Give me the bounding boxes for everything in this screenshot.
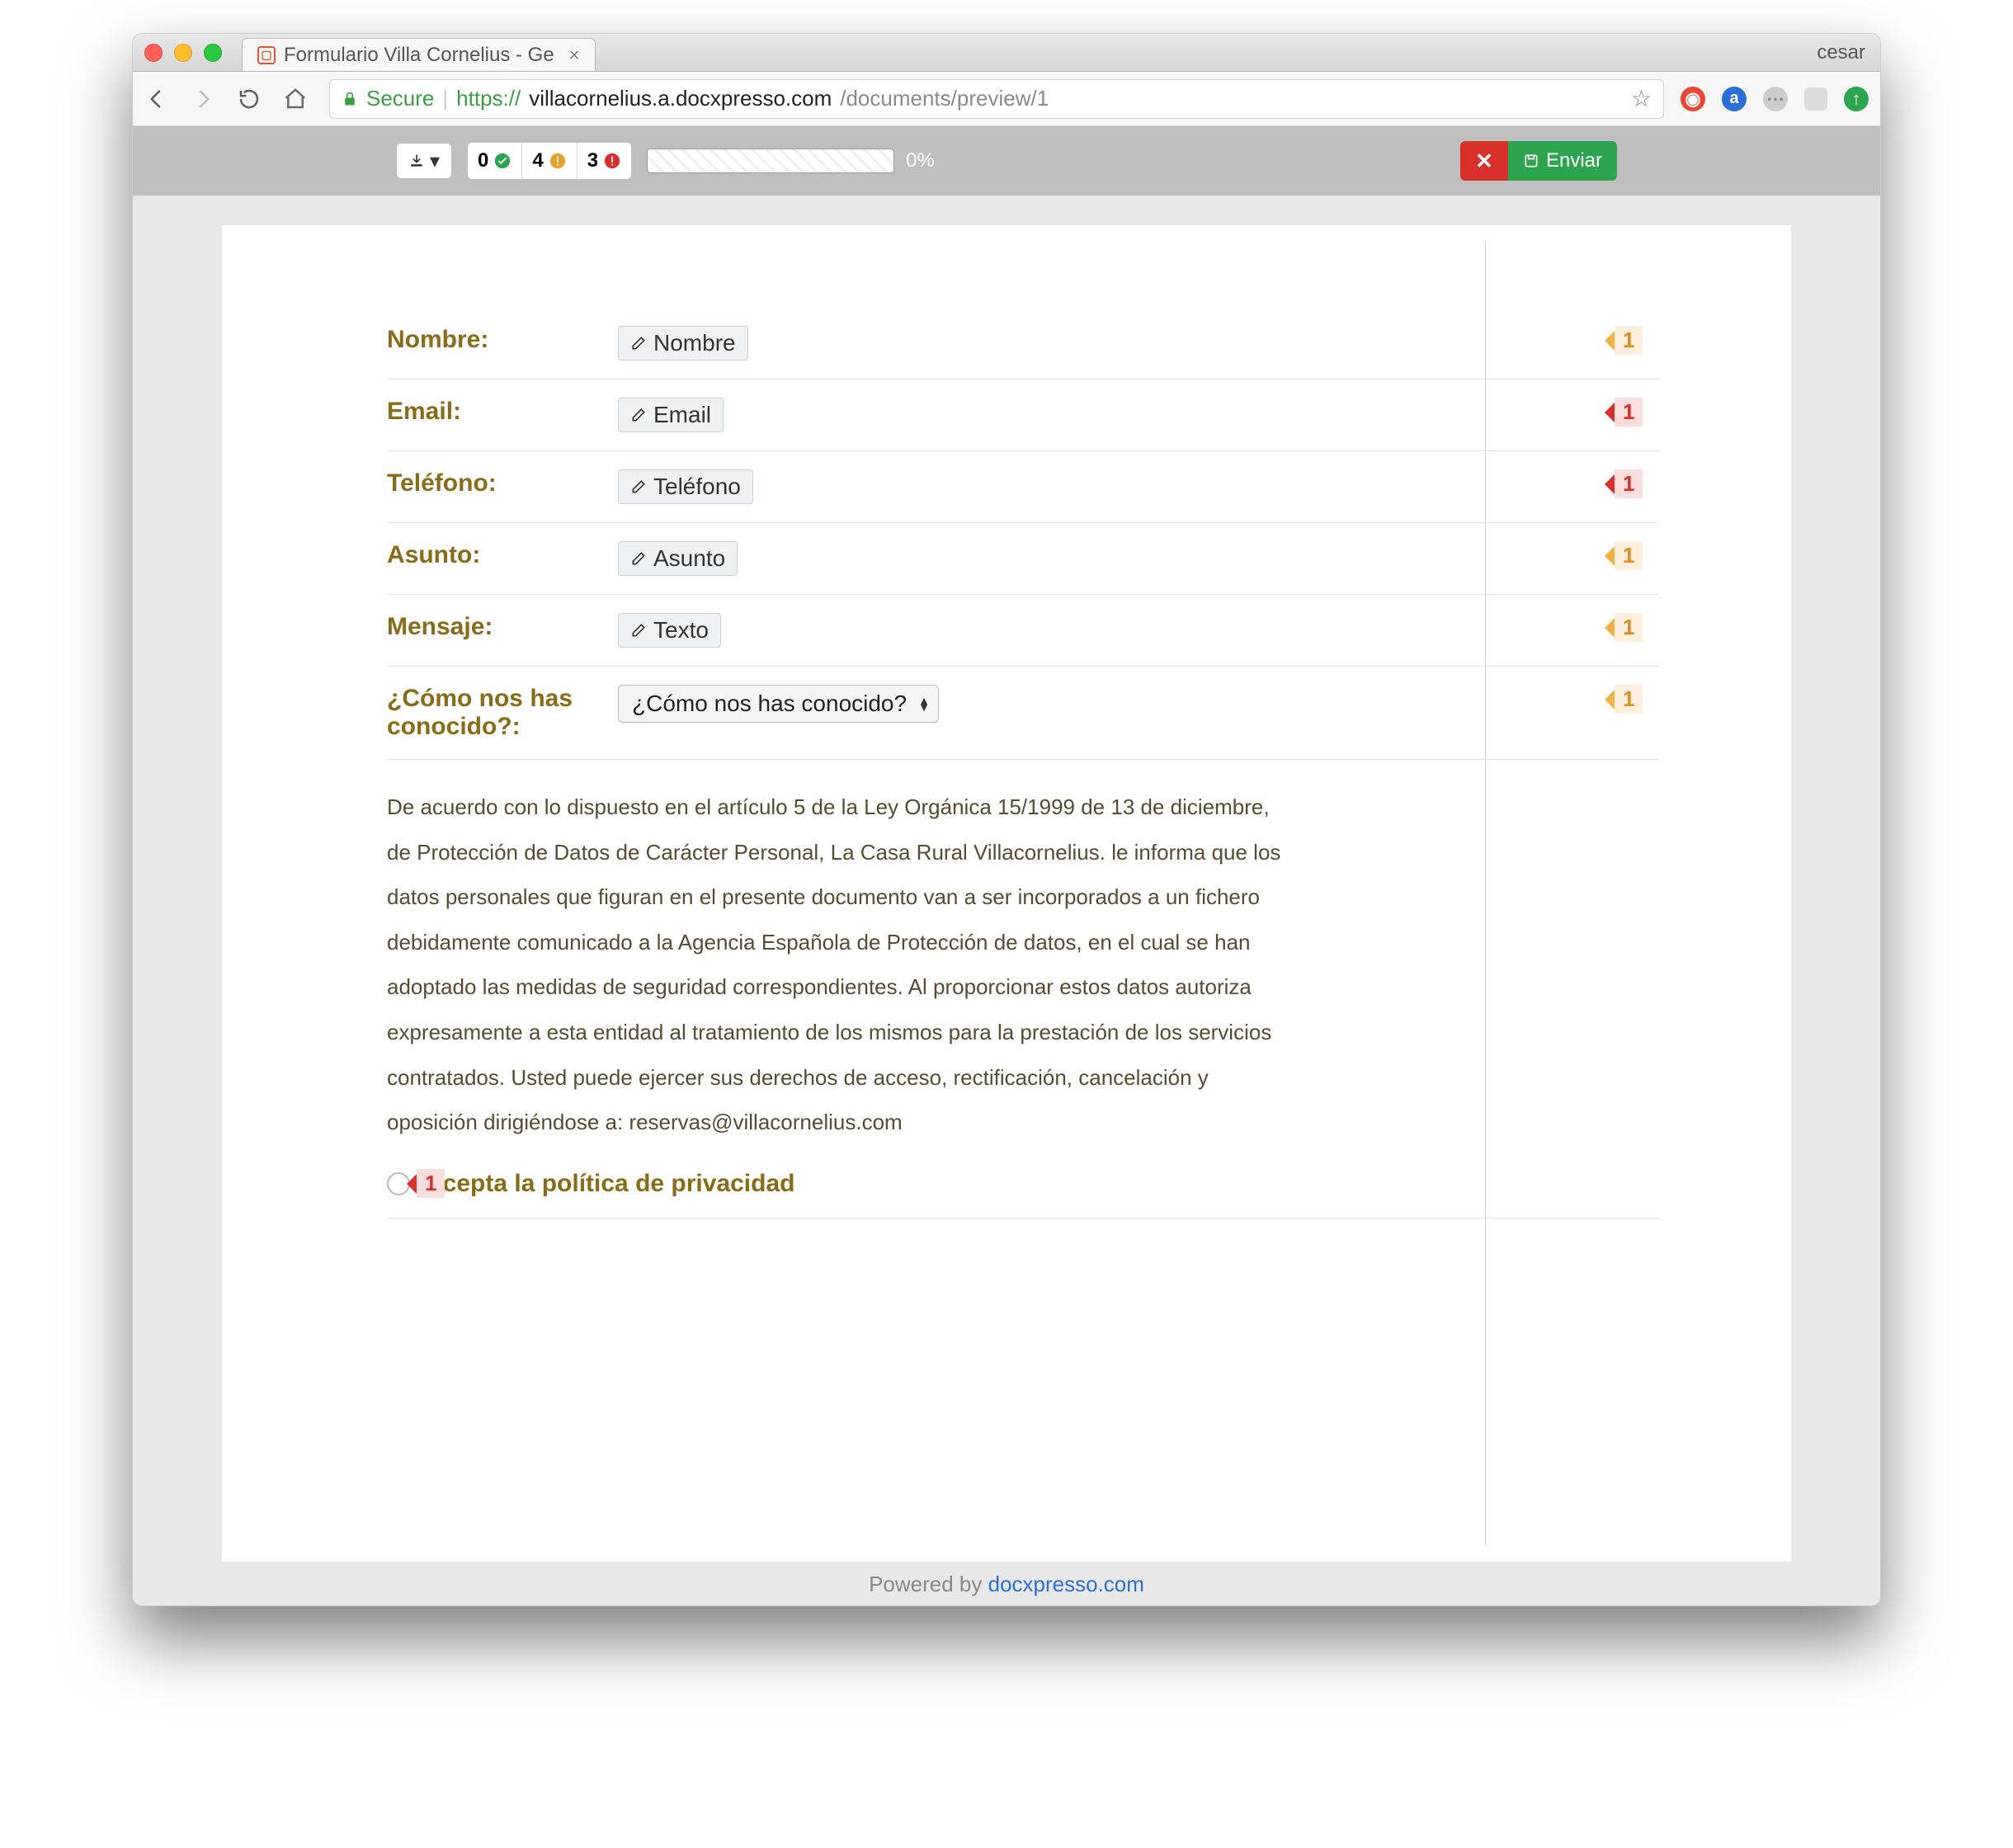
validation-badge: 1 [1605, 685, 1679, 714]
reload-button[interactable] [237, 87, 266, 111]
download-button[interactable]: ▾ [396, 143, 452, 179]
home-icon[interactable] [283, 87, 313, 111]
pencil-icon [630, 478, 647, 495]
text-input[interactable]: Texto [618, 613, 721, 648]
status-counters: 0 4 3 [467, 142, 632, 180]
pencil-icon [630, 335, 647, 351]
counter-complete: 0 [468, 143, 522, 179]
close-tab-icon[interactable]: × [569, 45, 580, 66]
caret-down-icon: ▾ [430, 149, 440, 173]
validation-badge: 1 [1605, 613, 1679, 642]
legal-text: De acuerdo con lo dispuesto en el artícu… [387, 785, 1286, 1145]
text-input[interactable]: Email [618, 398, 724, 432]
field-label: Teléfono: [387, 469, 618, 497]
url-protocol: https:// [456, 86, 521, 111]
window-controls [144, 44, 222, 62]
validation-badge: 1 [407, 1169, 1659, 1198]
favicon-icon: ▢ [257, 46, 276, 64]
text-input[interactable]: Nombre [618, 326, 748, 361]
extension-icon[interactable]: ⋯ [1763, 87, 1788, 111]
browser-window: ▢ Formulario Villa Cornelius - Ge × cesa… [132, 33, 1881, 1606]
input-placeholder: Nombre [653, 330, 736, 356]
validation-badge: 1 [1605, 541, 1679, 570]
validation-badge: 1 [1605, 469, 1679, 498]
profile-label[interactable]: cesar [1817, 41, 1865, 64]
warning-circle-icon [549, 152, 567, 170]
pencil-icon [630, 622, 647, 639]
text-input[interactable]: Teléfono [618, 469, 753, 504]
field-label: Mensaje: [387, 613, 618, 641]
extension-icon[interactable] [1804, 87, 1827, 111]
progress-bar [647, 148, 894, 173]
forward-button[interactable] [191, 87, 220, 111]
form-row: Email: Email 1 [387, 380, 1659, 451]
form-row: Nombre: Nombre 1 [387, 308, 1659, 380]
lock-icon [342, 90, 358, 108]
counter-warning: 4 [522, 143, 577, 179]
save-icon [1523, 153, 1539, 169]
download-icon [408, 153, 425, 169]
bookmark-star-icon[interactable]: ☆ [1631, 85, 1652, 112]
how-known-select[interactable]: ¿Cómo nos has conocido? ▲▼ [618, 685, 939, 723]
text-input[interactable]: Asunto [618, 541, 738, 576]
minimize-window-button[interactable] [174, 44, 192, 62]
extension-icon[interactable]: ◉ [1681, 87, 1705, 111]
input-placeholder: Teléfono [653, 474, 741, 500]
accept-privacy-row: Acepta la política de privacidad 1 [387, 1150, 1659, 1219]
form-row: Teléfono: Teléfono 1 [387, 451, 1659, 523]
field-label: ¿Cómo nos has conocido?: [387, 685, 618, 741]
url-host: villacornelius.a.docxpresso.com [529, 86, 832, 111]
send-label: Enviar [1546, 149, 1602, 172]
form-row: Asunto: Asunto 1 [387, 523, 1659, 595]
footer: Powered by docxpresso.com [222, 1572, 1791, 1597]
input-placeholder: Asunto [653, 545, 725, 572]
form-row: Mensaje: Texto 1 [387, 595, 1659, 667]
document-canvas: Nombre: Nombre 1 Email: Email 1 [133, 196, 1880, 1605]
secure-label: Secure [366, 86, 434, 111]
browser-tab[interactable]: ▢ Formulario Villa Cornelius - Ge × [242, 38, 596, 71]
close-window-button[interactable] [144, 44, 163, 62]
validation-badge: 1 [1605, 326, 1679, 355]
select-value: ¿Cómo nos has conocido? [632, 691, 907, 717]
field-label: Nombre: [387, 326, 618, 354]
progress-percent: 0% [906, 149, 935, 172]
maximize-window-button[interactable] [204, 44, 222, 62]
toolbar: Secure | https://villacornelius.a.docxpr… [133, 72, 1880, 126]
input-placeholder: Texto [653, 617, 709, 644]
address-bar[interactable]: Secure | https://villacornelius.a.docxpr… [329, 79, 1664, 119]
extension-icon[interactable]: a [1722, 87, 1747, 111]
pencil-icon [630, 407, 647, 423]
error-circle-icon [603, 152, 621, 170]
app-toolbar: ▾ 0 4 3 [133, 126, 1880, 196]
field-label: Asunto: [387, 541, 618, 569]
field-label: Email: [387, 398, 618, 426]
back-button[interactable] [144, 87, 174, 111]
url-path: /documents/preview/1 [840, 86, 1049, 111]
select-arrows-icon: ▲▼ [918, 697, 930, 710]
titlebar: ▢ Formulario Villa Cornelius - Ge × cesa… [133, 34, 1880, 72]
document-page: Nombre: Nombre 1 Email: Email 1 [222, 225, 1791, 1562]
cancel-button[interactable]: ✕ [1460, 141, 1508, 181]
input-placeholder: Email [653, 402, 711, 428]
extension-icon[interactable]: ↑ [1844, 87, 1869, 111]
check-circle-icon [493, 152, 512, 170]
tab-title: Formulario Villa Cornelius - Ge [284, 44, 554, 67]
footer-brand-link[interactable]: docxpresso.com [988, 1572, 1144, 1596]
form-row-select: ¿Cómo nos has conocido?: ¿Cómo nos has c… [387, 667, 1659, 760]
counter-error: 3 [578, 143, 631, 179]
send-button[interactable]: Enviar [1508, 141, 1617, 181]
close-icon: ✕ [1475, 148, 1493, 174]
pencil-icon [630, 550, 647, 567]
validation-badge: 1 [1605, 398, 1679, 427]
